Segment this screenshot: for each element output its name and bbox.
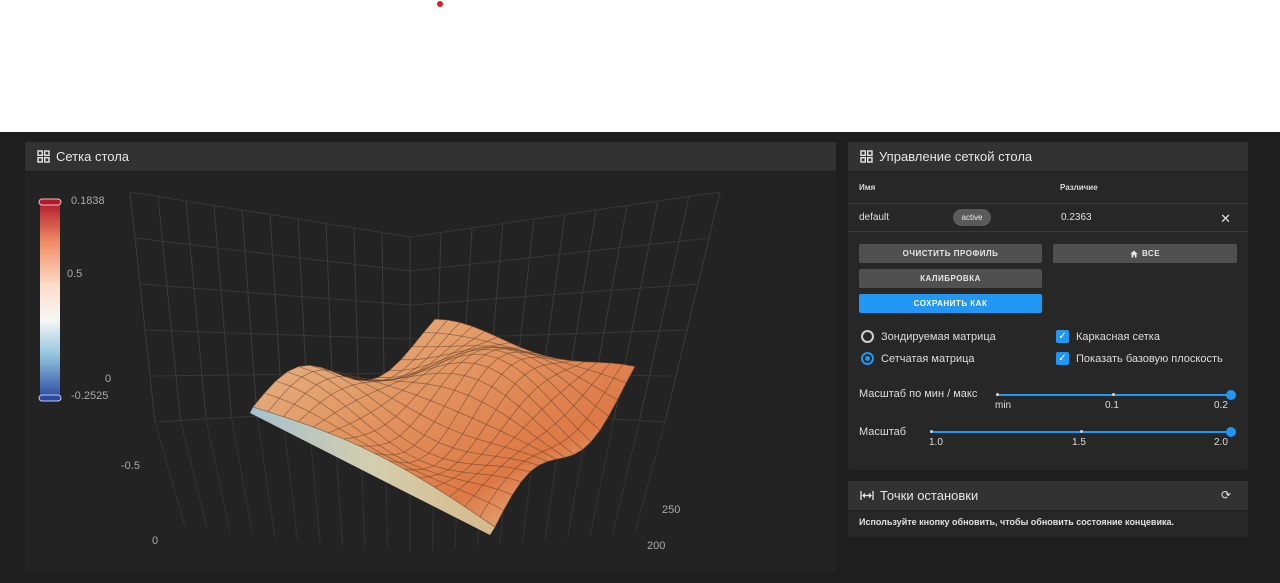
y-axis-label-200: 200: [647, 540, 666, 552]
profile-name: default: [859, 212, 890, 223]
plot-grid-line: [129, 191, 411, 238]
status-badge: active: [953, 209, 991, 226]
colorbar-gradient: [40, 202, 60, 398]
scale-minmax-tick-max: 0.2: [1214, 400, 1228, 411]
plot-grid-line: [157, 196, 181, 421]
wireframe-checkbox[interactable]: ✓: [1056, 330, 1069, 343]
plot-floor-line: [612, 420, 640, 535]
plot-grid-line: [409, 237, 710, 272]
wireframe-option[interactable]: ✓ Каркасная сетка: [1056, 330, 1160, 343]
plot-floor-line: [256, 415, 276, 538]
app-body: Сетка стола 0.1838 0.5 0 -0.2525 -0.5 0 …: [0, 132, 1280, 583]
colorbar-max-label: 0.1838: [71, 195, 105, 207]
slider-tick: [996, 393, 999, 396]
browser-blank-area: [0, 0, 1280, 132]
show-base-plane-label: Показать базовую плоскость: [1076, 352, 1223, 365]
scale-minmax-tick-min: min: [995, 400, 1012, 411]
colorbar-min-label: -0.2525: [71, 390, 109, 402]
scale-minmax-tick-mid: 0.1: [1105, 400, 1119, 411]
plot-grid-line: [185, 200, 207, 420]
probed-matrix-option[interactable]: Зондируемая матрица: [861, 330, 996, 343]
endstops-card: Точки остановки ⟳ Используйте кнопку обн…: [848, 481, 1248, 537]
colorbar: [38, 198, 62, 402]
slider-tick: [930, 430, 933, 433]
probed-matrix-radio[interactable]: [861, 330, 874, 343]
slider-tick: [1112, 393, 1115, 396]
z-axis-neg-label: -0.5: [121, 460, 140, 472]
mesh-surface: [250, 318, 636, 535]
show-base-plane-checkbox[interactable]: ✓: [1056, 352, 1069, 365]
scale-tick-2: 1.5: [1072, 437, 1086, 448]
col-variance-header: Различие: [1060, 183, 1098, 192]
plot-grid-line: [213, 205, 232, 418]
mesh-matrix-option[interactable]: Сетчатая матрица: [861, 352, 975, 365]
show-base-plane-option[interactable]: ✓ Показать базовую плоскость: [1056, 352, 1223, 365]
plot-floor-line: [154, 421, 186, 528]
mesh-3d-plot[interactable]: 0.1838 0.5 0 -0.2525 -0.5 0 250 200: [25, 172, 836, 571]
bed-mesh-title: Сетка стола: [56, 149, 130, 164]
save-as-button[interactable]: СОХРАНИТЬ КАК: [859, 294, 1042, 313]
colorbar-min-handle[interactable]: [38, 394, 62, 402]
scale-slider[interactable]: [930, 427, 1236, 437]
plot-grid-line: [134, 237, 411, 272]
bed-mesh-card: Сетка стола 0.1838 0.5 0 -0.2525 -0.5 0 …: [25, 142, 836, 571]
scale-tick-1: 1.0: [929, 437, 943, 448]
wireframe-label: Каркасная сетка: [1076, 330, 1160, 343]
plot-grid-line: [409, 283, 699, 306]
profile-table-header: Имя Различие: [848, 172, 1248, 204]
endstop-arrows-icon: [860, 490, 874, 501]
plot-grid-line: [241, 209, 258, 417]
home-all-button[interactable]: ВСЕ: [1053, 244, 1237, 263]
mesh-matrix-radio[interactable]: [861, 352, 874, 365]
home-icon: [1130, 250, 1138, 258]
colorbar-max-handle[interactable]: [38, 198, 62, 206]
grid-icon: [860, 150, 873, 163]
scale-thumb[interactable]: [1226, 427, 1236, 437]
endstops-hint: Используйте кнопку обновить, чтобы обнов…: [859, 517, 1174, 527]
z-axis-zero-label: 0: [152, 535, 159, 547]
endstops-header: Точки остановки: [848, 481, 1248, 511]
scale-label: Масштаб: [859, 426, 907, 438]
scale-minmax-thumb[interactable]: [1226, 390, 1236, 400]
bed-mesh-header: Сетка стола: [25, 142, 836, 172]
mesh-plot-svg[interactable]: [25, 172, 836, 571]
slider-tick: [1080, 430, 1083, 433]
scale-tick-3: 2.0: [1214, 437, 1228, 448]
clear-profile-button[interactable]: ОЧИСТИТЬ ПРОФИЛЬ: [859, 244, 1042, 263]
plot-floor-line: [180, 420, 208, 530]
plot-floor-line: [231, 417, 253, 535]
refresh-icon[interactable]: ⟳: [1221, 488, 1231, 502]
red-dot-indicator: [437, 1, 443, 7]
profile-row[interactable]: default active 0.2363 ✕: [848, 204, 1248, 232]
plot-grid-line: [129, 191, 156, 423]
endstops-title: Точки остановки: [880, 488, 979, 503]
grid-icon: [37, 150, 50, 163]
colorbar-mid-label: 0.5: [67, 268, 83, 280]
close-icon[interactable]: ✕: [1220, 211, 1231, 227]
col-name-header: Имя: [859, 183, 876, 192]
home-all-label: ВСЕ: [1141, 249, 1161, 258]
scale-minmax-slider[interactable]: [996, 390, 1236, 400]
probed-matrix-label: Зондируемая матрица: [881, 330, 996, 343]
plot-grid-line: [639, 196, 690, 421]
plot-floor-line: [205, 418, 231, 533]
mesh-matrix-label: Сетчатая матрица: [881, 352, 975, 365]
bed-mesh-control-header: Управление сеткой стола: [848, 142, 1248, 172]
plot-grid-line: [664, 191, 721, 423]
calibrate-button[interactable]: КАЛИБРОВКА: [859, 269, 1042, 288]
plot-floor-line: [634, 421, 666, 533]
y-axis-label-250: 250: [662, 504, 681, 516]
plot-grid-line: [409, 191, 721, 238]
scale-minmax-label: Масштаб по мин / макс: [859, 388, 978, 400]
bed-mesh-control-title: Управление сеткой стола: [879, 149, 1033, 164]
colorbar-zero-label: 0: [105, 373, 112, 385]
bed-mesh-control-card: Управление сеткой стола Имя Различие def…: [848, 142, 1248, 470]
